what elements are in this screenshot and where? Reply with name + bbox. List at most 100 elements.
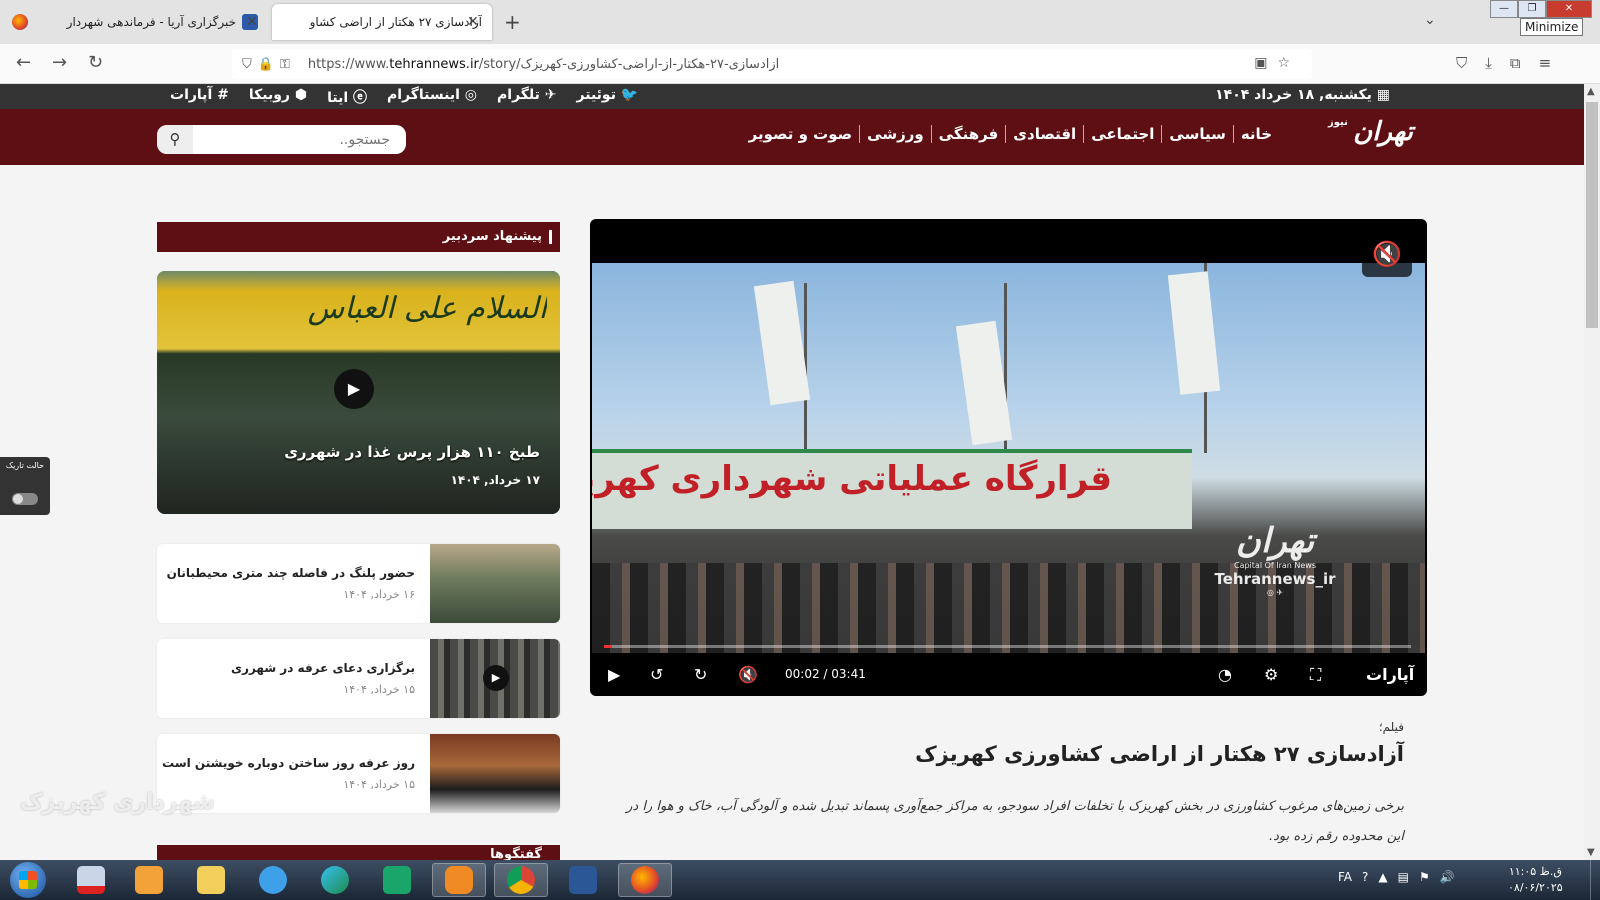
list-item[interactable]: ▶ برگزاری دعای عرفه در شهرری ۱۵ خرداد, ۱… <box>157 639 560 718</box>
dark-mode-widget[interactable]: حالت تاریک <box>0 457 50 515</box>
list-item-title[interactable]: روز عرفه روز ساختن دوباره خویشتن است <box>162 756 415 770</box>
list-item-date: ۱۵ خرداد, ۱۴۰۴ <box>343 778 415 791</box>
rewind-5-icon[interactable]: ↺ <box>650 665 663 684</box>
aparat-brand[interactable]: آپارات <box>1366 665 1414 684</box>
new-tab-button[interactable]: + <box>504 10 521 34</box>
menu-item-economy[interactable]: اقتصادی <box>1005 125 1083 143</box>
reload-button[interactable]: ↻ <box>88 52 103 73</box>
back-button[interactable]: ← <box>16 52 31 73</box>
site-info-icons[interactable]: ⛉🔒⚿ <box>242 57 296 72</box>
volume-muted-icon[interactable]: 🔇 <box>738 665 758 684</box>
featured-story[interactable]: السلام علی العباس ▶ طبخ ۱۱۰ هزار پرس غذا… <box>157 271 560 514</box>
start-button[interactable] <box>10 862 46 898</box>
editor-picks-heading: پیشنهاد سردبیر <box>157 222 560 252</box>
menu-item-sports[interactable]: ورزشی <box>859 125 931 143</box>
scroll-up-icon[interactable]: ▲ <box>1587 86 1595 97</box>
list-item-title[interactable]: برگزاری دعای عرفه در شهرری <box>231 661 415 675</box>
list-item-date: ۱۶ خرداد, ۱۴۰۴ <box>343 588 415 601</box>
word-icon[interactable] <box>556 863 610 897</box>
scrollbar-thumb[interactable] <box>1586 102 1598 328</box>
telegram-link[interactable]: ✈ تلگرام <box>497 87 557 107</box>
tab-title: آزادسازی ۲۷ هکتار از اراضی کشاو <box>309 15 482 29</box>
bookmark-star-icon[interactable]: ▣☆ <box>1254 55 1300 71</box>
flag <box>1167 271 1221 395</box>
featured-title[interactable]: طبخ ۱۱۰ هزار پرس غذا در شهرری <box>284 443 540 461</box>
menu-item-culture[interactable]: فرهنگی <box>930 125 1006 143</box>
help-icon[interactable]: ? <box>1362 870 1368 884</box>
scroll-down-icon[interactable]: ▼ <box>1587 847 1595 858</box>
tray-expand-icon[interactable]: ▲ <box>1378 870 1387 884</box>
url-text[interactable]: https://www.tehrannews.ir/story/آزادسازی… <box>308 57 779 72</box>
menu-item-multimedia[interactable]: صوت و تصویر <box>742 125 860 143</box>
twitter-link[interactable]: 🐦 توئیتر <box>577 87 639 107</box>
article-headline: آزادسازی ۲۷ هکتار از اراضی کشاورزی کهریز… <box>915 742 1404 766</box>
minimize-button[interactable]: — <box>1490 0 1518 18</box>
settings-gear-icon[interactable]: ⚙ <box>1264 665 1278 684</box>
video-player[interactable]: قرارگاه عملیاتی شهرداری کهریزک تهران Cap… <box>590 219 1427 696</box>
search-input[interactable] <box>193 125 398 154</box>
menu-item-social[interactable]: اجتماعی <box>1083 125 1161 143</box>
chrome-icon[interactable] <box>494 863 548 897</box>
tab-aria-news[interactable]: خبرگزاری آریا - فرماندهی شهردار ✕ <box>46 4 268 40</box>
play-icon[interactable]: ▶ <box>334 369 374 409</box>
search-icon[interactable]: ⚲ <box>157 125 193 154</box>
watermark-social-icons: ◎ ✈ <box>1266 588 1284 597</box>
unmute-icon[interactable]: 🔇 <box>1362 231 1412 277</box>
current-date: ▦ یکشنبه, ۱۸ خرداد ۱۴۰۴ <box>1215 87 1390 103</box>
eitaa-link[interactable]: ⓔ ایتا <box>327 87 367 107</box>
volume-icon[interactable]: 🔊 <box>1440 870 1455 884</box>
address-bar[interactable]: ⛉🔒⚿ https://www.tehrannews.ir/story/آزاد… <box>232 49 1312 79</box>
fullscreen-icon[interactable]: ⛶ <box>1310 665 1321 685</box>
firefox-icon[interactable] <box>12 14 28 30</box>
file-explorer-icon[interactable] <box>184 863 238 897</box>
page-scrollbar[interactable]: ▲ ▼ <box>1584 84 1600 860</box>
edge-icon[interactable] <box>308 863 362 897</box>
maximize-button[interactable]: ❐ <box>1518 0 1546 18</box>
menu-item-home[interactable]: خانه <box>1232 125 1279 143</box>
article-lead: برخی زمین‌های مرغوب کشاورزی در بخش کهریز… <box>626 799 1404 844</box>
menu-item-politics[interactable]: سیاسی <box>1161 125 1232 143</box>
forward-5-icon[interactable]: ↻ <box>694 665 707 684</box>
video-frame[interactable]: قرارگاه عملیاتی شهرداری کهریزک تهران Cap… <box>592 263 1425 653</box>
rubika-link[interactable]: ⬢ روبیکا <box>249 87 307 107</box>
thumbnail <box>430 734 560 813</box>
network-icon[interactable]: ▤ <box>1398 870 1409 884</box>
video-progress-bar[interactable] <box>604 645 1411 648</box>
language-indicator[interactable]: FA <box>1338 870 1352 884</box>
list-item-title[interactable]: حضور پلنگ در فاصله چند متری محیطبانان <box>167 566 415 580</box>
article-kicker: فیلم؛ <box>1378 720 1404 734</box>
dark-mode-toggle[interactable] <box>12 493 38 505</box>
eitaa-icon[interactable] <box>432 863 486 897</box>
clock-date: ۰۸/۰۶/۲۰۲۵ <box>1508 881 1563 894</box>
video-banner: قرارگاه عملیاتی شهرداری کهریزک <box>592 449 1192 529</box>
pdf-reader-icon[interactable] <box>64 863 118 897</box>
close-icon[interactable]: ✕ <box>246 14 258 30</box>
toolbar-icons[interactable]: ⛉⤓⧉≡ <box>1456 54 1569 72</box>
browser-navbar: ← → ↻ ⛉🔒⚿ https://www.tehrannews.ir/stor… <box>0 44 1600 84</box>
show-desktop-button[interactable] <box>1590 860 1600 900</box>
aparat-link[interactable]: # آپارات <box>170 87 229 107</box>
chevron-down-icon[interactable]: ⌄ <box>1424 12 1436 28</box>
clock[interactable]: ق.ظ ۱۱:۰۵ ۰۸/۰۶/۲۰۲۵ <box>1508 864 1563 896</box>
site-search: ⚲ <box>157 125 406 154</box>
internet-explorer-icon[interactable] <box>246 863 300 897</box>
kaspersky-icon[interactable] <box>370 863 424 897</box>
minimize-tooltip: Minimize <box>1520 18 1584 36</box>
play-icon[interactable]: ▶ <box>483 665 509 691</box>
featured-calligraphy: السلام علی العباس <box>307 291 547 326</box>
play-icon[interactable]: ▶ <box>608 665 620 684</box>
action-center-icon[interactable]: ⚑ <box>1419 870 1430 884</box>
tab-title: خبرگزاری آریا - فرماندهی شهردار <box>66 15 236 29</box>
close-window-button[interactable]: ✕ <box>1546 0 1592 18</box>
tab-tehrannews[interactable]: آزادسازی ۲۷ هکتار از اراضی کشاو ✕ <box>272 4 492 40</box>
instagram-link[interactable]: ◎ اینستاگرام <box>387 87 477 107</box>
list-item[interactable]: روز عرفه روز ساختن دوباره خویشتن است ۱۵ … <box>157 734 560 813</box>
forward-button[interactable]: → <box>52 52 67 73</box>
firefox-icon[interactable] <box>618 863 672 897</box>
system-tray: FA ? ▲ ▤ ⚑ 🔊 <box>1338 870 1455 884</box>
list-item[interactable]: حضور پلنگ در فاصله چند متری محیطبانان ۱۶… <box>157 544 560 623</box>
speed-icon[interactable]: ◔ <box>1218 665 1232 684</box>
close-icon[interactable]: ✕ <box>467 14 479 30</box>
media-player-icon[interactable] <box>122 863 176 897</box>
taskbar: FA ? ▲ ▤ ⚑ 🔊 ق.ظ ۱۱:۰۵ ۰۸/۰۶/۲۰۲۵ <box>0 860 1600 900</box>
